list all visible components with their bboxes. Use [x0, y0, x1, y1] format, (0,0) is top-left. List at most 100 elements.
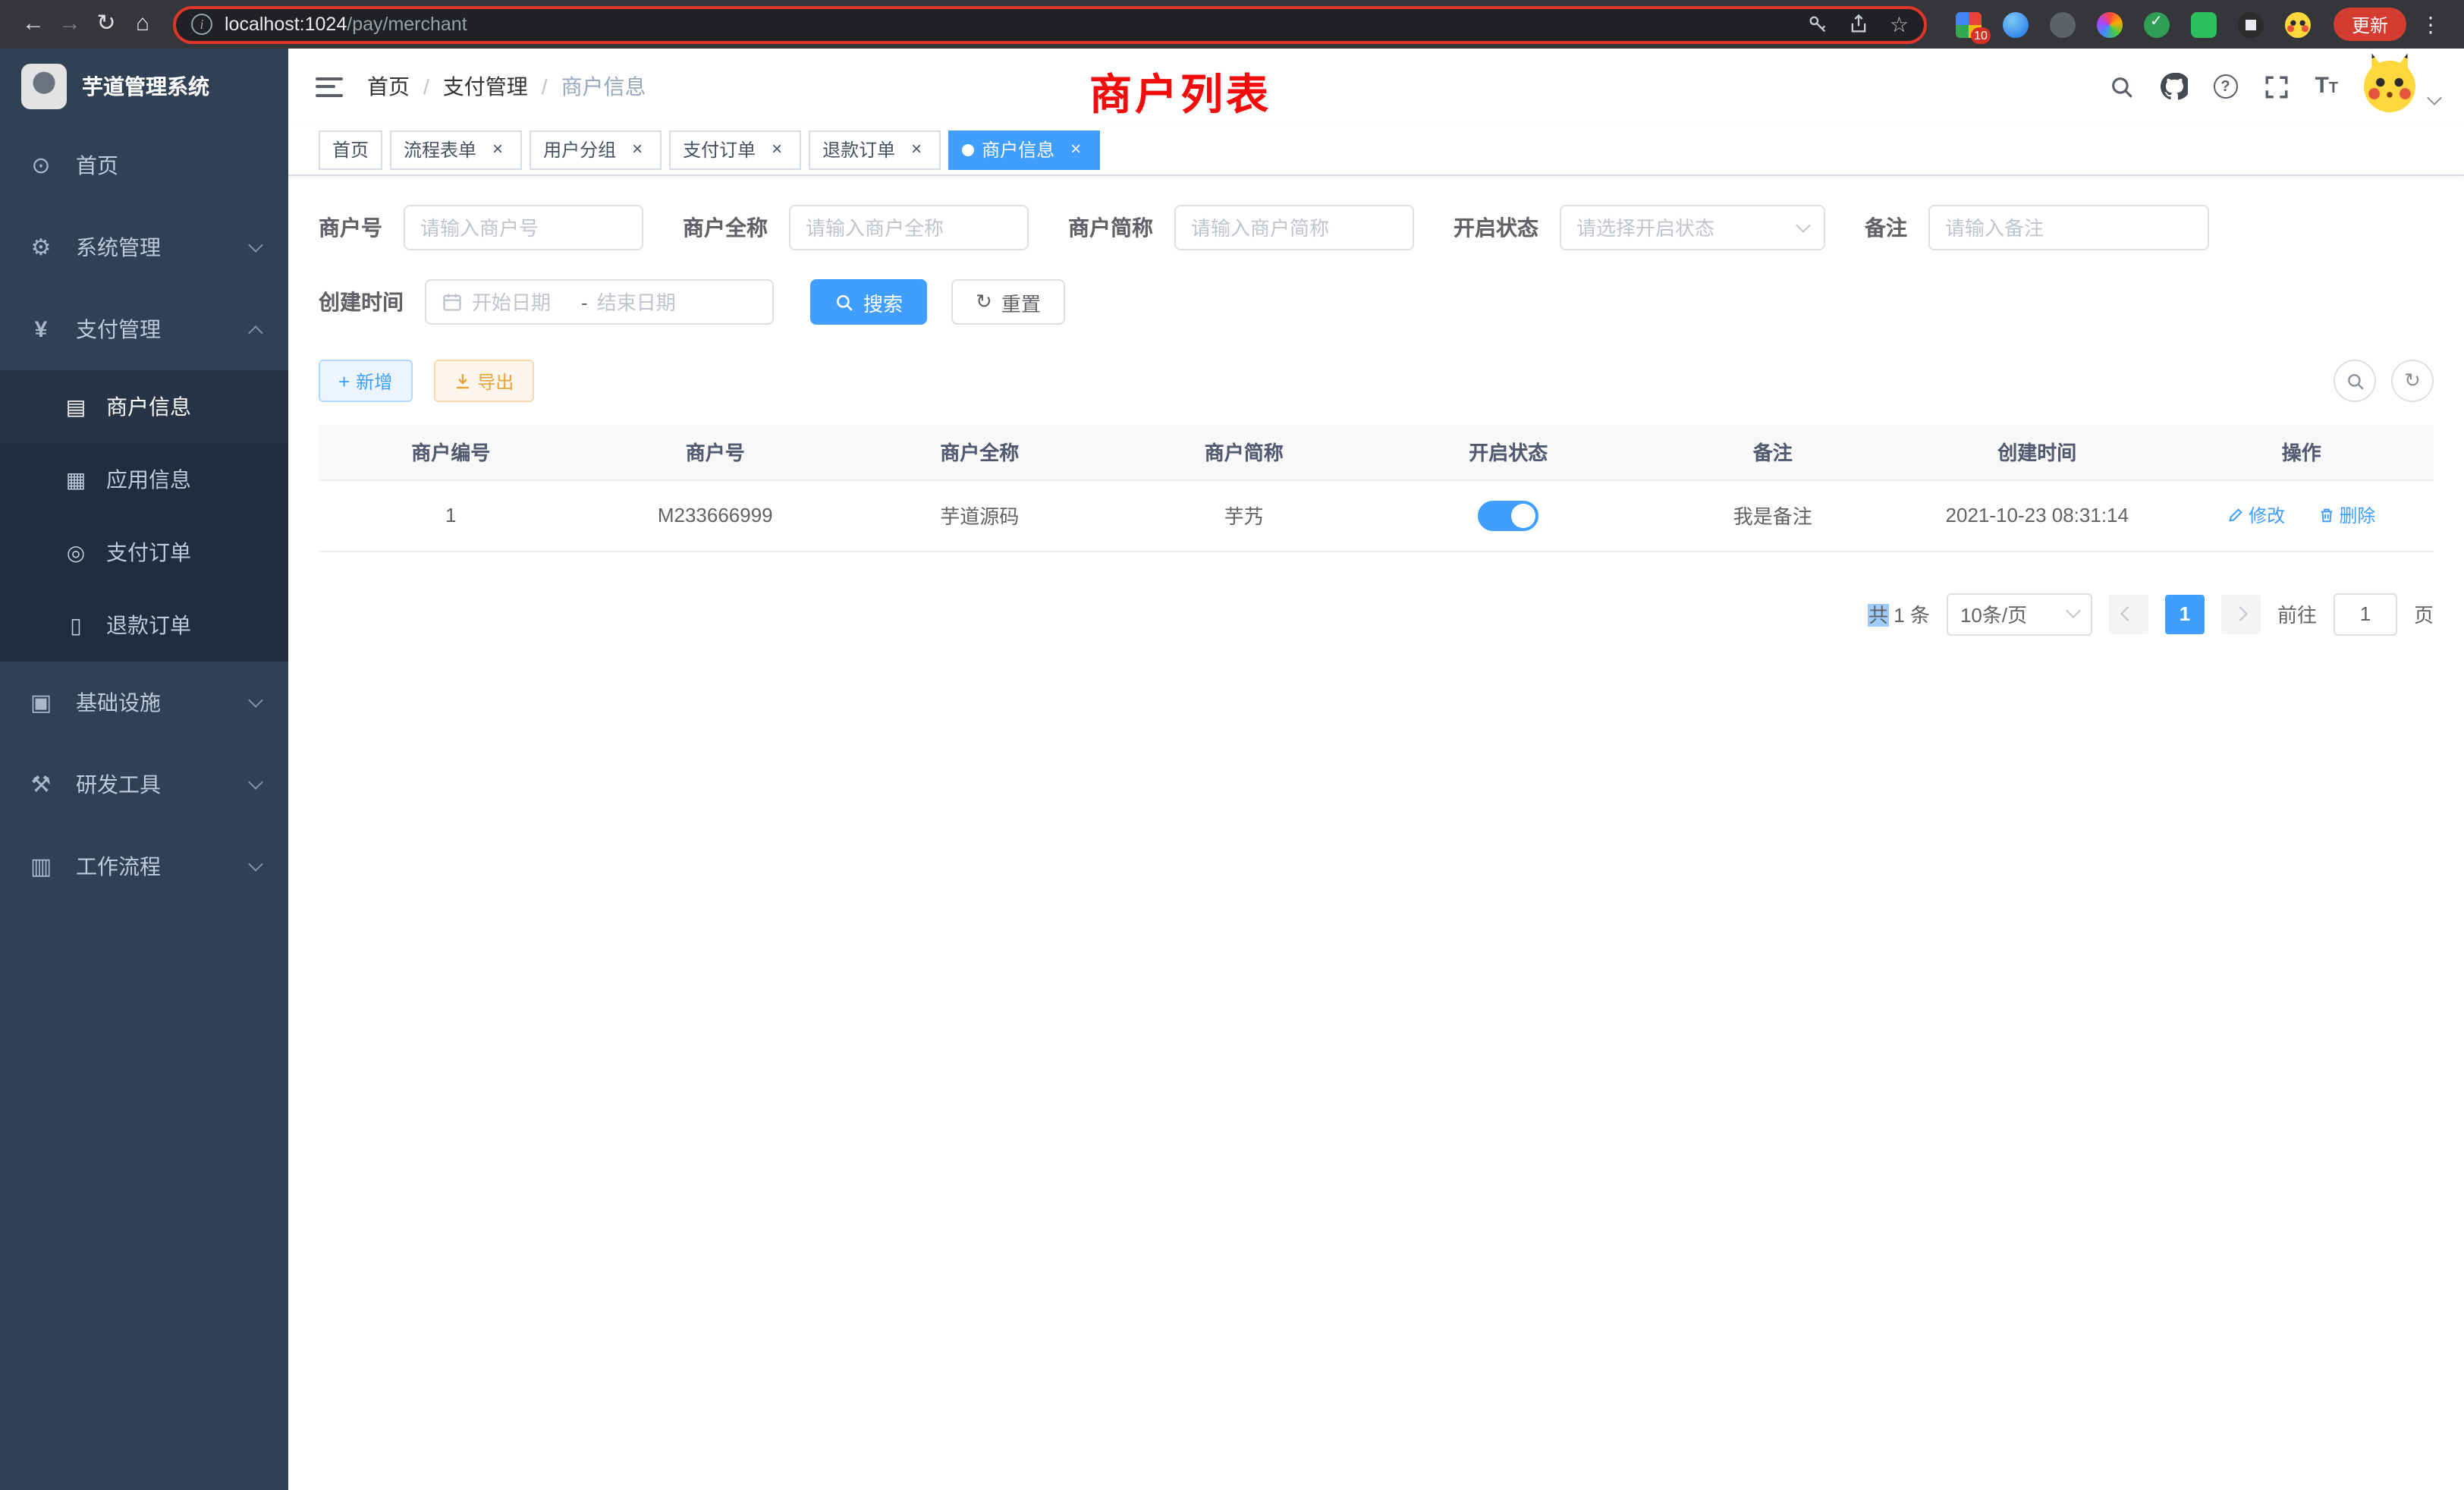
col-status: 开启状态	[1376, 425, 1641, 479]
extension-check-icon[interactable]	[2144, 11, 2170, 37]
browser-menu-icon[interactable]: ⋮	[2412, 0, 2449, 49]
browser-forward-icon[interactable]: →	[52, 0, 88, 49]
sidebar-item-payment[interactable]: ¥ 支付管理	[0, 288, 288, 370]
cell-remark: 我是备注	[1641, 479, 1906, 551]
help-icon[interactable]: ?	[2213, 74, 2237, 99]
extension-color-icon[interactable]	[2097, 11, 2123, 37]
app-window: ← → ↻ ⌂ i localhost:1024 /pay/merchant ☆…	[0, 0, 2464, 1490]
fullscreen-icon[interactable]	[2263, 74, 2289, 99]
tab-pay-orders[interactable]: 支付订单 ×	[669, 130, 801, 169]
browser-home-icon[interactable]: ⌂	[124, 0, 161, 49]
close-icon[interactable]: ×	[766, 139, 787, 160]
sidebar-item-pay-orders[interactable]: ◎ 支付订单	[0, 516, 288, 589]
next-page-button[interactable]	[2221, 594, 2261, 633]
site-info-icon[interactable]: i	[191, 14, 212, 35]
font-size-icon[interactable]: TT	[2315, 73, 2338, 100]
add-button[interactable]: + 新增	[319, 360, 412, 402]
chevron-left-icon	[2121, 606, 2136, 621]
search-button[interactable]: 搜索	[810, 279, 927, 325]
sidebar-item-system[interactable]: ⚙ 系统管理	[0, 206, 288, 288]
download-icon	[453, 372, 471, 390]
delete-button[interactable]: 删除	[2318, 502, 2375, 528]
tab-refund-orders[interactable]: 退款订单 ×	[809, 130, 941, 169]
sidebar-item-app-info[interactable]: ▦ 应用信息	[0, 443, 288, 516]
status-toggle[interactable]	[1478, 500, 1538, 530]
password-key-icon[interactable]	[1808, 14, 1829, 35]
close-icon[interactable]: ×	[487, 139, 508, 160]
tab-process-form[interactable]: 流程表单 ×	[390, 130, 522, 169]
export-button[interactable]: 导出	[433, 360, 533, 402]
merchant-no-label: 商户号	[319, 212, 382, 243]
remark-input[interactable]	[1945, 216, 2192, 239]
sidebar-item-label: 支付订单	[106, 537, 191, 567]
pagination: 共 1 条 10条/页 1 前往 页	[319, 593, 2434, 635]
cell-status	[1376, 479, 1641, 551]
date-range-picker[interactable]: -	[425, 279, 774, 325]
close-icon[interactable]: ×	[906, 139, 927, 160]
sidebar-item-devtools[interactable]: ⚒ 研发工具	[0, 743, 288, 825]
toggle-search-button[interactable]	[2334, 360, 2376, 402]
extension-gray-icon[interactable]	[2050, 11, 2076, 37]
cell-merchant-no: M233666999	[583, 479, 848, 551]
sidebar-item-infrastructure[interactable]: ▣ 基础设施	[0, 662, 288, 743]
sidebar-item-label: 研发工具	[76, 769, 250, 800]
browser-reload-icon[interactable]: ↻	[88, 0, 124, 49]
status-select[interactable]	[1560, 205, 1825, 250]
page-size-select[interactable]: 10条/页	[1947, 593, 2092, 635]
browser-update-button[interactable]: 更新	[2334, 8, 2406, 41]
tab-label: 流程表单	[404, 137, 476, 162]
tab-user-group[interactable]: 用户分组 ×	[530, 130, 662, 169]
reset-button[interactable]: ↻ 重置	[951, 279, 1065, 325]
refresh-table-button[interactable]: ↻	[2391, 360, 2434, 402]
merchant-shortname-input[interactable]	[1191, 216, 1397, 239]
extension-monkey-icon[interactable]	[2238, 11, 2264, 37]
tab-merchant-info[interactable]: 商户信息 ×	[948, 130, 1100, 169]
status-select-input[interactable]	[1576, 216, 1792, 239]
tab-label: 退款订单	[822, 137, 895, 162]
sidebar-item-refund-orders[interactable]: ▯ 退款订单	[0, 589, 288, 662]
sidebar-item-home[interactable]: ⊙ 首页	[0, 124, 288, 206]
sidebar-toggle-icon[interactable]	[316, 77, 343, 96]
end-date-input[interactable]	[597, 291, 697, 313]
refund-order-icon: ▯	[64, 612, 88, 638]
user-avatar[interactable]	[2364, 61, 2415, 112]
cell-short-name: 芋艿	[1112, 479, 1377, 551]
goto-page-input[interactable]	[2334, 593, 2397, 635]
address-bar[interactable]: i localhost:1024 /pay/merchant ☆	[173, 5, 1927, 43]
page-content: 商户号 商户全称 商户简称 开启状态	[288, 176, 2464, 1490]
app-logo-row[interactable]: 芋道管理系统	[0, 49, 288, 124]
merchant-fullname-input[interactable]	[806, 216, 1012, 239]
share-icon[interactable]	[1849, 14, 1870, 35]
prev-page-button[interactable]	[2109, 594, 2148, 633]
sidebar-item-merchant-info[interactable]: ▤ 商户信息	[0, 370, 288, 443]
col-merchant-id: 商户编号	[319, 425, 583, 479]
sidebar-item-label: 系统管理	[76, 232, 250, 262]
breadcrumb-item-home[interactable]: 首页	[367, 71, 410, 102]
status-label: 开启状态	[1454, 212, 1538, 243]
browser-extensions: 10	[1945, 11, 2321, 37]
page-number-button[interactable]: 1	[2165, 594, 2205, 633]
github-icon[interactable]	[2160, 73, 2187, 100]
extension-grid-icon[interactable]: 10	[1956, 11, 1982, 37]
sidebar-item-workflow[interactable]: ▥ 工作流程	[0, 825, 288, 907]
header-search-icon[interactable]	[2108, 74, 2134, 99]
start-date-input[interactable]	[472, 291, 572, 313]
extension-badge: 10	[1971, 27, 1991, 43]
extension-blue-icon[interactable]	[2003, 11, 2029, 37]
pagination-total: 共 1 条	[1868, 599, 1930, 628]
extension-avatar-icon[interactable]	[2285, 11, 2311, 37]
annotation-title: 商户列表	[1089, 62, 1271, 123]
extension-note-icon[interactable]	[2191, 11, 2217, 37]
close-icon[interactable]: ×	[627, 139, 648, 160]
merchant-no-input[interactable]	[420, 216, 627, 239]
breadcrumb-item-payment[interactable]: 支付管理	[443, 71, 528, 102]
browser-back-icon[interactable]: ←	[15, 0, 52, 49]
merchant-table: 商户编号 商户号 商户全称 商户简称 开启状态 备注 创建时间 操作 1	[319, 425, 2434, 552]
close-icon[interactable]: ×	[1065, 139, 1086, 160]
edit-button[interactable]: 修改	[2227, 502, 2285, 528]
tab-home[interactable]: 首页	[319, 130, 382, 169]
create-time-label: 创建时间	[319, 287, 404, 317]
cell-full-name: 芋道源码	[847, 479, 1112, 551]
bookmark-star-icon[interactable]: ☆	[1890, 11, 1909, 37]
avatar-dropdown-caret-icon[interactable]	[2427, 90, 2442, 105]
